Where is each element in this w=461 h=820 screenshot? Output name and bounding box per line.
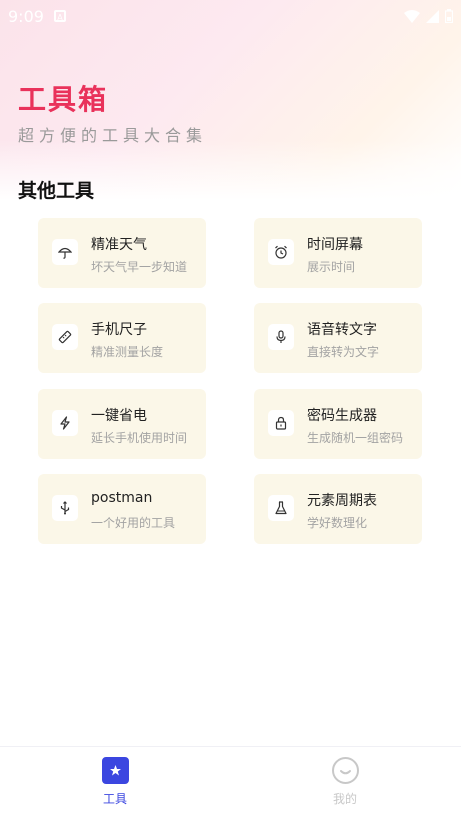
battery-icon xyxy=(445,9,453,23)
flask-icon xyxy=(268,495,294,521)
tool-desc: 延长手机使用时间 xyxy=(91,431,188,445)
alarm-clock-icon xyxy=(268,239,294,265)
tool-desc: 坏天气早一步知道 xyxy=(91,260,188,274)
usb-icon xyxy=(52,495,78,521)
tool-card-ruler[interactable]: 手机尺子 精准测量长度 xyxy=(38,303,206,373)
tool-name: postman xyxy=(91,490,153,506)
tool-card-periodic-table[interactable]: 元素周期表 学好数理化 xyxy=(254,474,422,544)
lightning-icon xyxy=(52,410,78,436)
bookmark-star-icon xyxy=(101,757,129,784)
status-bar: 9:09 A xyxy=(0,0,461,32)
tool-desc: 精准测量长度 xyxy=(91,345,164,359)
nav-tab-mine[interactable]: 我的 xyxy=(305,757,385,817)
page-title: 工具箱 xyxy=(18,83,109,116)
tool-name: 时间屏幕 xyxy=(307,237,363,253)
tool-card-time-screen[interactable]: 时间屏幕 展示时间 xyxy=(254,218,422,288)
lock-icon xyxy=(268,410,294,436)
umbrella-icon xyxy=(52,239,78,265)
tool-name: 精准天气 xyxy=(91,237,147,253)
tool-name: 密码生成器 xyxy=(307,408,377,424)
nav-tab-label: 工具 xyxy=(102,792,127,806)
tool-desc: 展示时间 xyxy=(307,260,356,274)
nav-tab-label: 我的 xyxy=(332,792,357,806)
tool-name: 一键省电 xyxy=(91,408,147,424)
tool-card-password-generator[interactable]: 密码生成器 生成随机一组密码 xyxy=(254,389,422,459)
tool-name: 元素周期表 xyxy=(307,493,377,509)
smiley-icon xyxy=(331,757,359,784)
signal-icon xyxy=(426,9,439,23)
tool-card-power-save[interactable]: 一键省电 延长手机使用时间 xyxy=(38,389,206,459)
microphone-icon xyxy=(268,324,294,350)
tool-desc: 学好数理化 xyxy=(307,516,368,530)
tool-card-postman[interactable]: postman 一个好用的工具 xyxy=(38,474,206,544)
tool-desc: 生成随机一组密码 xyxy=(307,431,404,445)
tool-desc: 一个好用的工具 xyxy=(91,516,176,530)
tool-card-speech-to-text[interactable]: 语音转文字 直接转为文字 xyxy=(254,303,422,373)
wifi-icon xyxy=(404,9,420,23)
page-subtitle: 超方便的工具大合集 xyxy=(18,126,208,145)
tool-name: 语音转文字 xyxy=(307,322,377,338)
status-time: 9:09 xyxy=(8,6,44,26)
nav-tab-tools[interactable]: 工具 xyxy=(75,757,155,817)
tool-card-weather[interactable]: 精准天气 坏天气早一步知道 xyxy=(38,218,206,288)
tool-desc: 直接转为文字 xyxy=(307,345,380,359)
ruler-icon xyxy=(52,324,78,350)
notification-icon: A xyxy=(53,10,66,22)
bottom-navigation: 工具 我的 xyxy=(0,746,461,820)
section-title: 其他工具 xyxy=(18,180,95,202)
tool-name: 手机尺子 xyxy=(91,322,147,338)
